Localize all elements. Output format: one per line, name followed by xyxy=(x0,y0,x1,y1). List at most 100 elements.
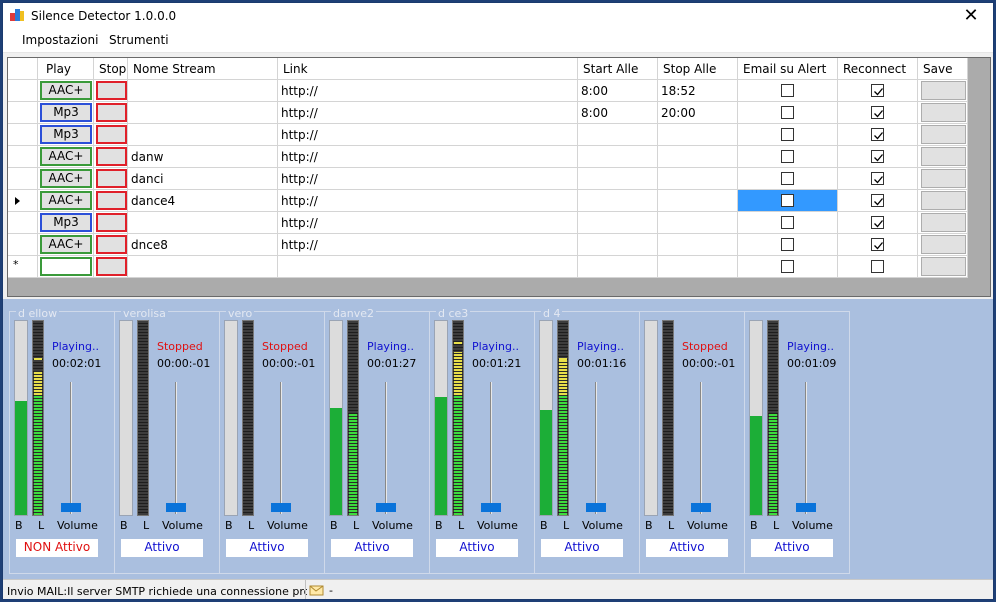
stop-cell[interactable] xyxy=(94,190,128,212)
row-header[interactable] xyxy=(8,190,38,212)
stream-name-cell[interactable] xyxy=(128,256,278,278)
stop-button[interactable] xyxy=(96,257,127,276)
volume-slider-thumb[interactable] xyxy=(586,503,606,512)
stream-name-cell[interactable]: dnce8 xyxy=(128,234,278,256)
email-alert-checkbox[interactable] xyxy=(781,128,794,141)
save-cell[interactable] xyxy=(918,102,968,124)
save-button[interactable] xyxy=(921,235,966,254)
row-header[interactable] xyxy=(8,124,38,146)
email-alert-cell[interactable] xyxy=(738,80,838,102)
play-button[interactable]: AAC+ xyxy=(40,169,92,188)
reconnect-cell[interactable] xyxy=(838,212,918,234)
email-alert-cell[interactable] xyxy=(738,168,838,190)
reconnect-cell[interactable] xyxy=(838,256,918,278)
email-alert-cell[interactable] xyxy=(738,146,838,168)
reconnect-checkbox[interactable] xyxy=(871,84,884,97)
title-bar[interactable]: Silence Detector 1.0.0.0 ✕ xyxy=(3,3,993,29)
column-header-start-alle[interactable]: Start Alle xyxy=(578,58,658,80)
volume-slider-thumb[interactable] xyxy=(61,503,81,512)
email-alert-checkbox[interactable] xyxy=(781,84,794,97)
volume-slider-track[interactable] xyxy=(595,382,597,514)
start-time-cell[interactable] xyxy=(578,212,658,234)
save-cell[interactable] xyxy=(918,168,968,190)
active-status[interactable]: Attivo xyxy=(331,539,413,557)
stream-name-cell[interactable] xyxy=(128,80,278,102)
start-time-cell[interactable] xyxy=(578,190,658,212)
play-button[interactable]: Mp3 xyxy=(40,103,92,122)
column-header-save[interactable]: Save xyxy=(918,58,968,80)
play-button[interactable]: AAC+ xyxy=(40,147,92,166)
link-cell[interactable]: http:// xyxy=(278,146,578,168)
link-cell[interactable]: http:// xyxy=(278,102,578,124)
volume-slider-thumb[interactable] xyxy=(166,503,186,512)
stop-cell[interactable] xyxy=(94,102,128,124)
stop-cell[interactable] xyxy=(94,256,128,278)
stream-name-cell[interactable] xyxy=(128,124,278,146)
active-status[interactable]: Attivo xyxy=(646,539,728,557)
play-cell[interactable]: Mp3 xyxy=(38,212,94,234)
save-cell[interactable] xyxy=(918,146,968,168)
stop-time-cell[interactable] xyxy=(658,146,738,168)
row-header[interactable] xyxy=(8,212,38,234)
reconnect-checkbox[interactable] xyxy=(871,260,884,273)
start-time-cell[interactable] xyxy=(578,168,658,190)
email-alert-checkbox[interactable] xyxy=(781,106,794,119)
volume-slider-track[interactable] xyxy=(280,382,282,514)
table-row[interactable]: AAC+ danw http:// xyxy=(8,146,968,168)
stop-button[interactable] xyxy=(96,81,127,100)
save-cell[interactable] xyxy=(918,212,968,234)
volume-slider-track[interactable] xyxy=(175,382,177,514)
reconnect-cell[interactable] xyxy=(838,190,918,212)
column-header-reconnect[interactable]: Reconnect xyxy=(838,58,918,80)
volume-slider-track[interactable] xyxy=(805,382,807,514)
email-alert-cell[interactable] xyxy=(738,124,838,146)
save-button[interactable] xyxy=(921,257,966,276)
link-cell[interactable]: http:// xyxy=(278,212,578,234)
reconnect-checkbox[interactable] xyxy=(871,216,884,229)
email-alert-checkbox[interactable] xyxy=(781,260,794,273)
reconnect-checkbox[interactable] xyxy=(871,106,884,119)
save-cell[interactable] xyxy=(918,80,968,102)
reconnect-cell[interactable] xyxy=(838,102,918,124)
stop-cell[interactable] xyxy=(94,124,128,146)
stop-cell[interactable] xyxy=(94,234,128,256)
table-row[interactable]: AAC+ http://8:00 18:52 xyxy=(8,80,968,102)
play-cell[interactable]: AAC+ xyxy=(38,168,94,190)
reconnect-checkbox[interactable] xyxy=(871,172,884,185)
close-icon[interactable]: ✕ xyxy=(949,3,993,29)
volume-slider-thumb[interactable] xyxy=(271,503,291,512)
play-cell[interactable]: AAC+ xyxy=(38,190,94,212)
stop-button[interactable] xyxy=(96,147,127,166)
active-status[interactable]: Attivo xyxy=(121,539,203,557)
email-alert-checkbox[interactable] xyxy=(781,216,794,229)
volume-slider-thumb[interactable] xyxy=(481,503,501,512)
play-button[interactable]: Mp3 xyxy=(40,213,92,232)
play-cell[interactable]: Mp3 xyxy=(38,102,94,124)
stream-name-cell[interactable] xyxy=(128,212,278,234)
email-alert-checkbox[interactable] xyxy=(781,194,794,207)
link-cell[interactable]: http:// xyxy=(278,234,578,256)
stop-button[interactable] xyxy=(96,213,127,232)
volume-slider-thumb[interactable] xyxy=(691,503,711,512)
link-cell[interactable]: http:// xyxy=(278,190,578,212)
email-alert-checkbox[interactable] xyxy=(781,172,794,185)
save-button[interactable] xyxy=(921,147,966,166)
table-row[interactable]: AAC+ dance4 http:// xyxy=(8,190,968,212)
stream-name-cell[interactable] xyxy=(128,102,278,124)
reconnect-cell[interactable] xyxy=(838,168,918,190)
play-cell[interactable]: Mp3 xyxy=(38,124,94,146)
email-alert-cell[interactable] xyxy=(738,256,838,278)
row-header[interactable] xyxy=(8,146,38,168)
email-alert-checkbox[interactable] xyxy=(781,238,794,251)
stream-name-cell[interactable]: danw xyxy=(128,146,278,168)
reconnect-checkbox[interactable] xyxy=(871,150,884,163)
start-time-cell[interactable] xyxy=(578,234,658,256)
save-button[interactable] xyxy=(921,103,966,122)
save-cell[interactable] xyxy=(918,234,968,256)
stop-cell[interactable] xyxy=(94,212,128,234)
play-cell[interactable]: AAC+ xyxy=(38,234,94,256)
stream-name-cell[interactable]: dance4 xyxy=(128,190,278,212)
play-button[interactable]: AAC+ xyxy=(40,191,92,210)
table-row[interactable]: Mp3 http:// xyxy=(8,212,968,234)
stop-time-cell[interactable] xyxy=(658,212,738,234)
